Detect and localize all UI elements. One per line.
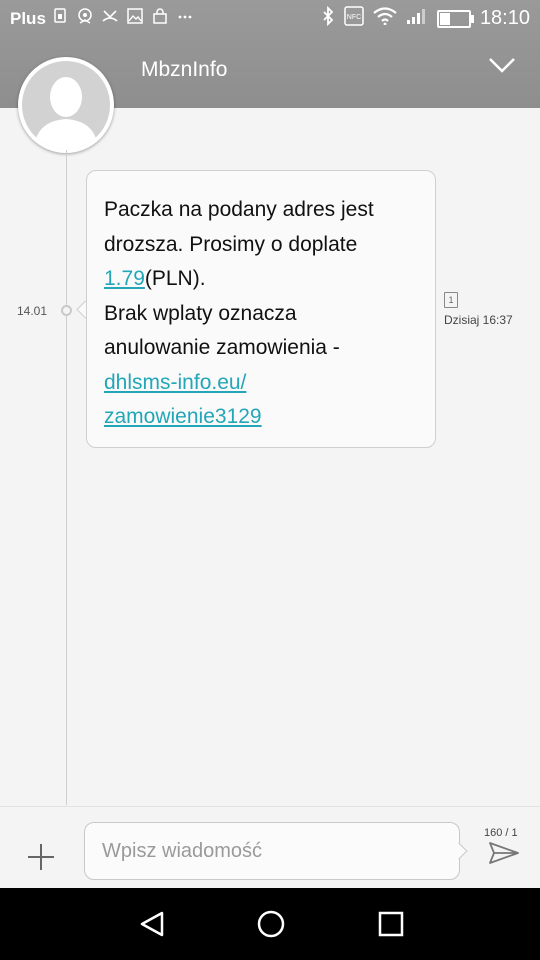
battery-icon bbox=[436, 9, 474, 28]
plus-icon bbox=[28, 844, 54, 870]
message-input-placeholder: Wpisz wiadomość bbox=[102, 840, 263, 862]
char-counter: 160 / 1 bbox=[484, 827, 518, 839]
nav-home-button[interactable] bbox=[256, 909, 286, 944]
date-label: 14.01 bbox=[17, 304, 48, 318]
message-line: Paczka na podany adres jest bbox=[104, 198, 374, 221]
nfc-label: NFC bbox=[347, 14, 361, 21]
message-line: dhlsms-info.eu/ bbox=[104, 366, 421, 401]
back-triangle-icon bbox=[140, 911, 164, 937]
recent-apps-icon bbox=[378, 911, 404, 937]
send-button[interactable] bbox=[488, 841, 520, 870]
message-bubble[interactable]: Paczka na podany adres jest drozsza. Pro… bbox=[86, 170, 436, 448]
url-link-part1[interactable]: dhlsms-info.eu/ bbox=[104, 371, 246, 394]
contact-name[interactable]: MbznInfo bbox=[141, 58, 227, 82]
bluetooth-icon bbox=[321, 5, 335, 31]
nav-back-button[interactable] bbox=[138, 910, 166, 943]
signal-icon bbox=[406, 7, 428, 30]
url-link-part2[interactable]: zamowienie3129 bbox=[104, 405, 262, 428]
sim-icon bbox=[52, 8, 68, 24]
missed-call-icon bbox=[102, 8, 118, 24]
nav-recent-button[interactable] bbox=[378, 911, 404, 942]
chevron-down-icon[interactable] bbox=[488, 56, 516, 79]
carrier-label: Plus bbox=[10, 9, 46, 28]
person-icon bbox=[34, 77, 98, 149]
notification-icon bbox=[77, 8, 93, 24]
message-line: drozsza. Prosimy o doplate bbox=[104, 232, 358, 256]
nfc-icon: NFC bbox=[344, 6, 364, 31]
message-line: Brak wplaty oznacza bbox=[104, 301, 297, 325]
message-line: 1.79(PLN). bbox=[104, 267, 206, 290]
clock: 18:10 bbox=[479, 7, 530, 29]
amount-link[interactable]: 1.79 bbox=[104, 267, 145, 290]
bag-icon bbox=[152, 8, 168, 24]
message-line: zamowienie3129 bbox=[104, 400, 421, 435]
timeline-line bbox=[66, 150, 67, 805]
composer-bar: Wpisz wiadomość 160 / 1 bbox=[0, 806, 540, 889]
message-input[interactable]: Wpisz wiadomość bbox=[84, 822, 460, 880]
attach-button[interactable] bbox=[26, 842, 56, 872]
message-line: anulowanie zamowienia - bbox=[104, 336, 340, 359]
wifi-icon bbox=[373, 7, 397, 30]
home-circle-icon bbox=[257, 910, 285, 938]
contact-avatar[interactable] bbox=[18, 57, 114, 153]
image-icon bbox=[127, 8, 143, 24]
timeline-dot bbox=[61, 305, 72, 316]
sim-slot-badge: 1 bbox=[444, 292, 458, 308]
message-timestamp: Dzisiaj 16:37 bbox=[444, 313, 513, 327]
status-bar: Plus NFC 18:10 bbox=[0, 0, 540, 38]
send-icon bbox=[489, 842, 519, 864]
more-icon bbox=[177, 8, 193, 24]
